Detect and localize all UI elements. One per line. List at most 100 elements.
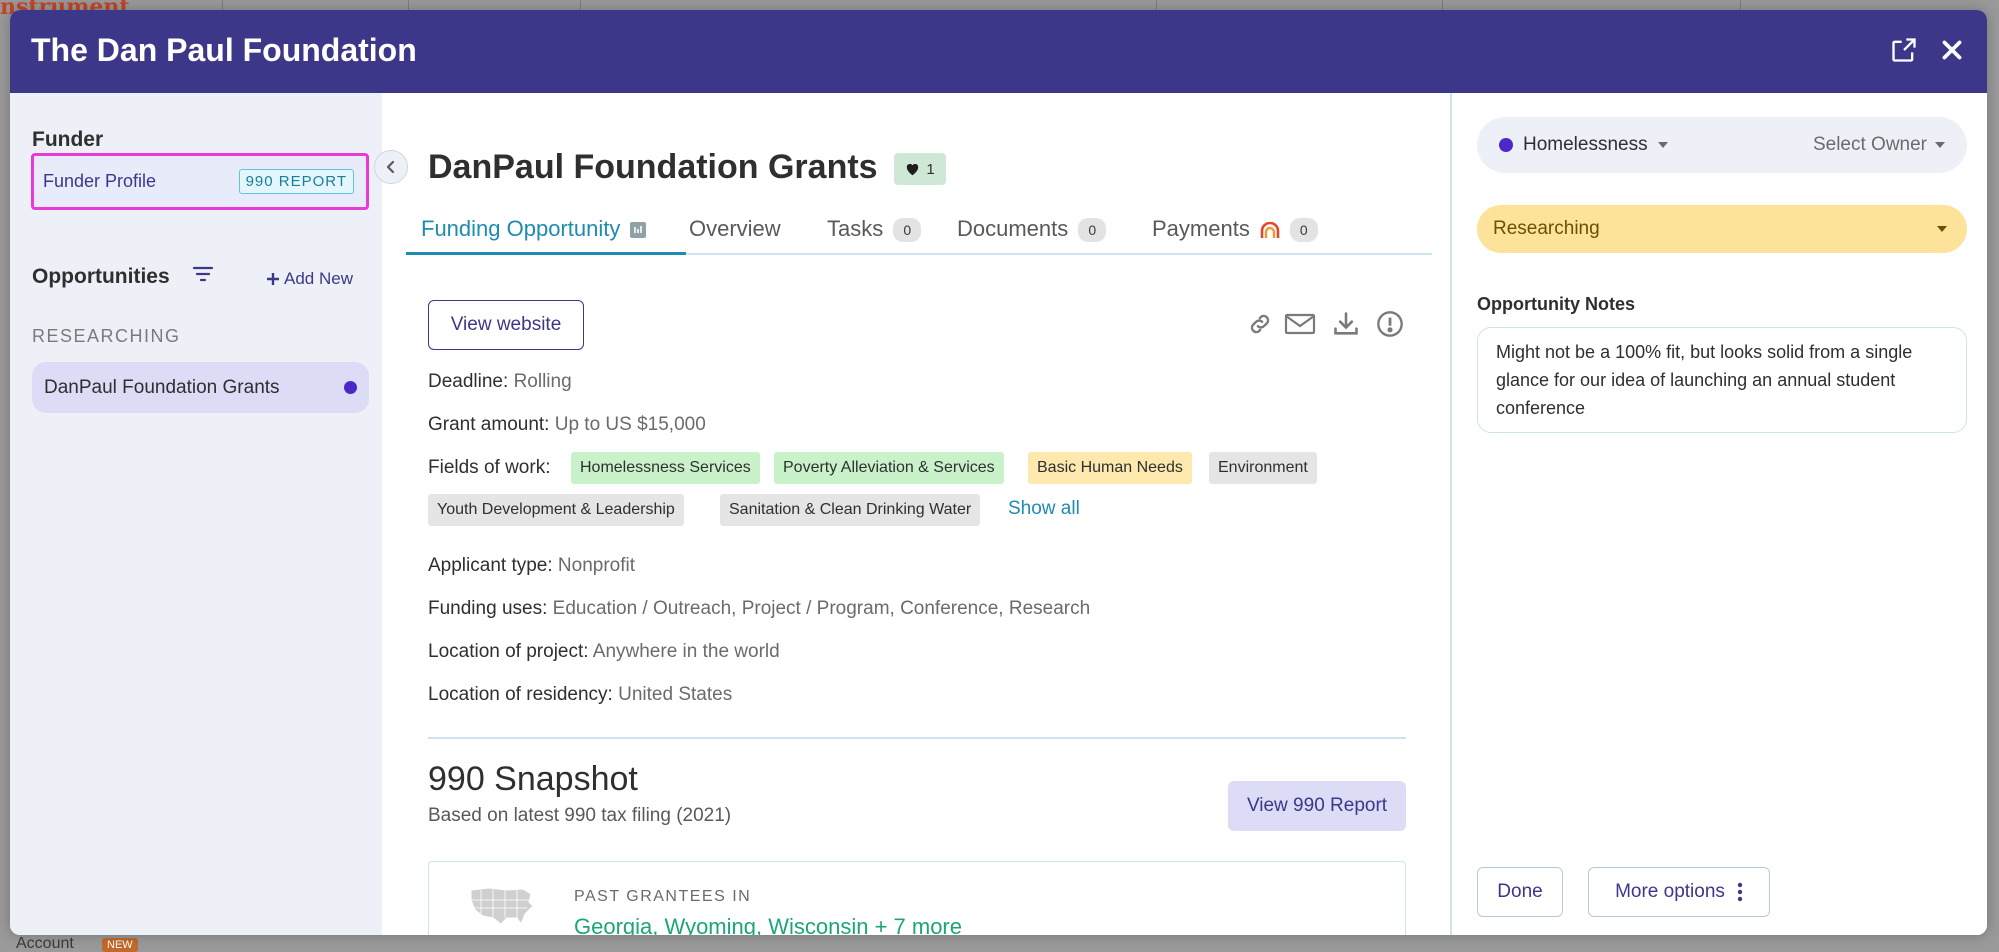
link-icon[interactable] [1242,306,1278,342]
done-button[interactable]: Done [1477,867,1563,917]
status-value: Researching [1493,218,1600,239]
us-map-icon [467,884,537,933]
location-residency-row: Location of residency: United States [428,684,732,706]
category-dropdown[interactable]: Homelessness [1499,134,1668,156]
tag-environment: Environment [1209,452,1317,484]
modal-header: The Dan Paul Foundation [10,10,1987,93]
tab-info-icon [630,222,647,238]
tag-basic-human-needs: Basic Human Needs [1028,452,1192,484]
tab-tasks[interactable]: Tasks 0 [827,213,922,255]
tab-label: Payments [1152,216,1250,241]
funding-uses-row: Funding uses: Education / Outreach, Proj… [428,598,1090,620]
filter-icon[interactable] [192,265,214,288]
notes-label: Opportunity Notes [1477,294,1635,314]
tab-documents[interactable]: Documents 0 [957,213,1107,255]
applicant-type-value: Nonprofit [557,555,636,576]
background-account-link: Account [16,935,74,952]
report-issue-icon[interactable] [1372,306,1408,342]
add-new-button[interactable]: Add New [266,269,353,289]
payments-icon [1260,220,1280,246]
opportunities-heading: Opportunities [32,265,170,288]
chevron-down-icon [1657,142,1668,148]
heart-icon [907,163,919,176]
download-icon[interactable] [1328,306,1364,342]
tab-label: Overview [689,216,781,241]
chevron-down-icon [1935,142,1945,148]
location-project-row: Location of project: Anywhere in the wor… [428,641,780,663]
funder-modal: The Dan Paul Foundation Funder Opportuni… [10,10,1987,935]
close-icon[interactable] [1934,32,1970,68]
funder-profile-link[interactable]: Funder Profile [43,171,156,192]
grant-amount-label: Grant amount: [428,414,550,435]
tab-label: Documents [957,216,1069,241]
tab-overview[interactable]: Overview [689,213,781,255]
view-990-report-button[interactable]: View 990 Report [1228,781,1406,831]
stage-label: RESEARCHING [32,326,181,346]
tab-count: 0 [1078,218,1107,242]
location-residency-label: Location of residency: [428,684,613,705]
location-residency-value: United States [618,684,733,705]
tab-payments[interactable]: Payments 0 [1152,213,1318,255]
tab-count: 0 [1289,218,1318,242]
sidebar-item-label: DanPaul Foundation Grants [44,376,280,398]
snapshot-title: 990 Snapshot [428,760,638,798]
deadline-row: Deadline: Rolling [428,371,572,393]
main-content: DanPaul Foundation Grants 1 Funding Oppo… [374,93,1450,935]
add-new-label: Add New [284,269,353,288]
tab-count: 0 [893,218,922,242]
tag-homelessness-services: Homelessness Services [571,452,760,484]
more-options-button[interactable]: More options [1588,867,1770,917]
deadline-value: Rolling [513,371,572,392]
snapshot-subtitle: Based on latest 990 tax filing (2021) [428,805,732,826]
report-badge[interactable]: 990 REPORT [238,169,354,194]
more-vertical-icon [1737,882,1743,902]
funder-profile-item[interactable]: Funder Profile 990 REPORT [31,153,369,210]
owner-placeholder: Select Owner [1812,134,1927,155]
grant-amount-value: Up to US $15,000 [554,414,706,435]
collapse-sidebar-button[interactable] [374,150,408,184]
chevron-left-icon [386,160,395,174]
category-dot [1499,138,1513,152]
location-project-label: Location of project: [428,641,589,662]
like-button[interactable]: 1 [894,153,946,185]
tag-youth-development: Youth Development & Leadership [428,494,684,526]
modal-title: The Dan Paul Foundation [31,32,417,68]
tab-funding-opportunity[interactable]: Funding Opportunity [406,213,686,255]
tab-bar: Funding Opportunity Overview Tasks 0 Doc… [406,213,1432,255]
sidebar: Funder Opportunities [10,93,382,935]
like-count: 1 [926,160,935,178]
plus-icon [267,273,279,285]
tag-poverty-alleviation: Poverty Alleviation & Services [774,452,1004,484]
open-external-icon[interactable] [1886,32,1922,68]
view-website-button[interactable]: View website [428,300,584,350]
notes-textarea[interactable]: Might not be a 100% fit, but looks solid… [1477,327,1967,433]
tab-label: Funding Opportunity [421,216,621,241]
tab-label: Tasks [827,216,884,241]
applicant-type-label: Applicant type: [428,555,553,576]
funding-uses-label: Funding uses: [428,598,548,619]
past-grantees-card: PAST GRANTEES IN Georgia, Wyoming, Wisco… [428,861,1406,935]
grant-amount-row: Grant amount: Up to US $15,000 [428,414,706,436]
tag-sanitation: Sanitation & Clean Drinking Water [720,494,981,526]
email-icon[interactable] [1282,306,1318,342]
right-panel: Homelessness Select Owner Researching Op… [1450,93,1987,935]
category-dot [344,381,357,394]
location-project-value: Anywhere in the world [592,641,780,662]
owner-dropdown[interactable]: Select Owner [1813,134,1945,156]
funder-heading: Funder [32,128,104,151]
deadline-label: Deadline: [428,371,509,392]
section-divider [428,737,1406,739]
applicant-type-row: Applicant type: Nonprofit [428,555,635,577]
past-grantees-states-link[interactable]: Georgia, Wyoming, Wisconsin + 7 more [574,914,962,935]
show-all-link[interactable]: Show all [1008,498,1080,520]
category-owner-row: Homelessness Select Owner [1477,117,1967,173]
background-new-badge: NEW [102,938,138,952]
sidebar-item-opportunity[interactable]: DanPaul Foundation Grants [32,362,369,413]
page-title: DanPaul Foundation Grants [428,148,878,186]
status-dropdown[interactable]: Researching [1477,205,1967,253]
fields-of-work-label: Fields of work: [428,457,551,478]
funding-uses-value: Education / Outreach, Project / Program,… [552,598,1091,619]
past-grantees-label: PAST GRANTEES IN [574,888,752,905]
chevron-down-icon [1937,226,1947,232]
more-options-label: More options [1615,881,1725,902]
